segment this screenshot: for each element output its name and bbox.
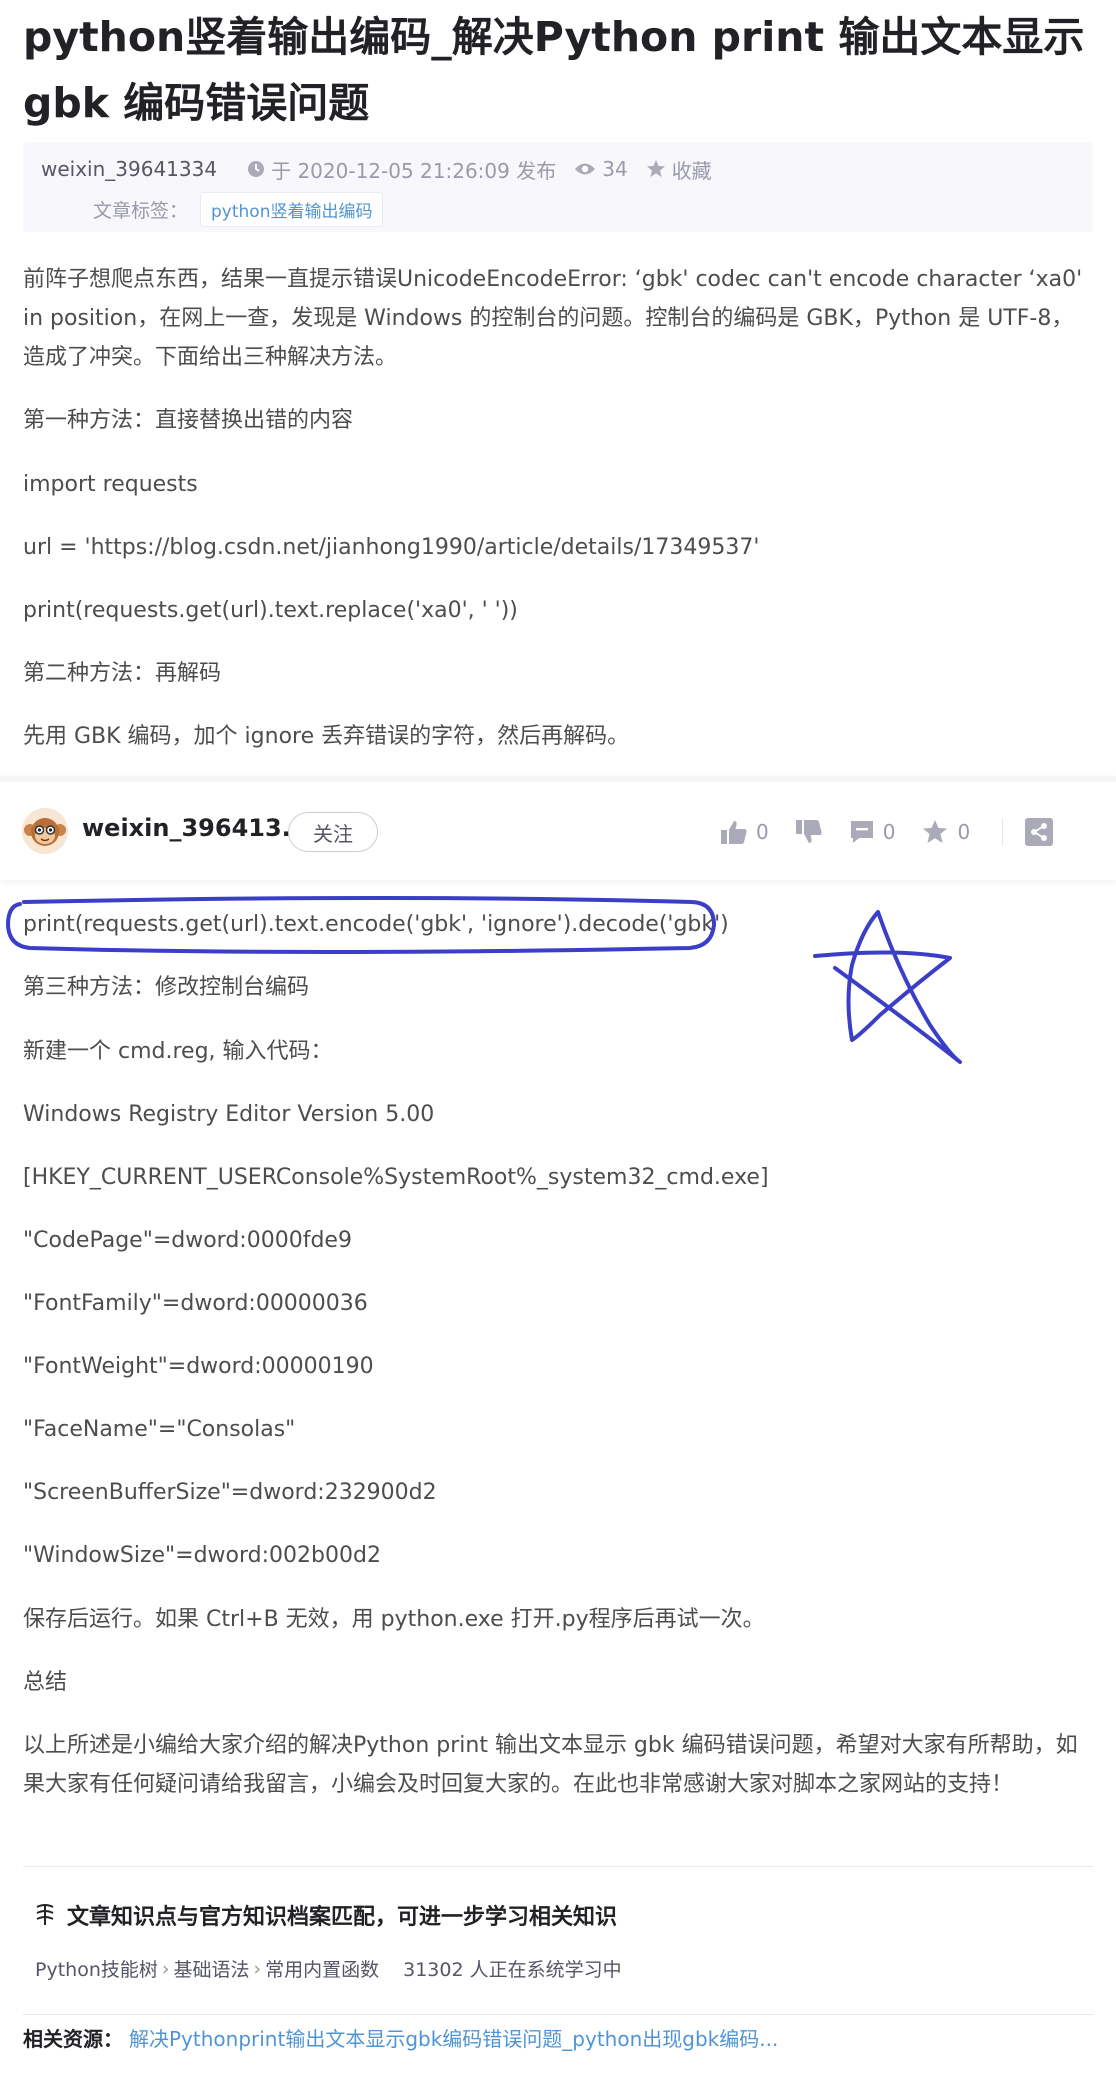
paragraph: url = 'https://blog.csdn.net/jianhong199… xyxy=(23,535,760,560)
knowledge-title-text: 文章知识点与官方知识档案匹配，可进一步学习相关知识 xyxy=(67,1905,618,1930)
paragraph: "ScreenBufferSize"=dword:232900d2 xyxy=(23,1480,437,1505)
author-toolbar: weixin_396413... 关注 0 0 0 xyxy=(0,776,1116,880)
avatar[interactable] xyxy=(22,808,68,854)
like-count: 0 xyxy=(756,820,769,844)
article-meta: weixin_39641334 于 2020-12-05 21:26:09 发布… xyxy=(23,142,1093,232)
paragraph: print(requests.get(url).text.replace('xa… xyxy=(23,598,518,623)
paragraph: "CodePage"=dword:0000fde9 xyxy=(23,1228,352,1253)
knowledge-title: 文章知识点与官方知识档案匹配，可进一步学习相关知识 xyxy=(33,1899,617,1931)
dislike-button[interactable] xyxy=(795,819,823,845)
chevron-right-icon: › xyxy=(161,1957,170,1980)
knowledge-path-item[interactable]: 基础语法 xyxy=(173,1955,249,1982)
toolbar-actions: 0 0 0 xyxy=(720,812,1079,852)
thumbs-up-icon xyxy=(721,821,747,844)
thumbs-down-icon xyxy=(795,820,822,843)
knowledge-icon xyxy=(36,1904,54,1925)
paragraph: 第二种方法：再解码 xyxy=(23,661,222,686)
paragraph: [HKEY_CURRENT_USERConsole%SystemRoot%_sy… xyxy=(23,1165,769,1190)
comment-count: 0 xyxy=(882,820,896,844)
tags-row: 文章标签： python竖着输出编码 xyxy=(93,191,384,227)
paragraph: 以上所述是小编给大家介绍的解决Python print 输出文本显示 gbk 编… xyxy=(23,1733,1078,1797)
meta-favorite-button[interactable]: 收藏 xyxy=(646,155,712,184)
toolbar-author-name[interactable]: weixin_396413... xyxy=(82,814,309,842)
like-button[interactable]: 0 xyxy=(720,819,769,845)
paragraph: 新建一个 cmd.reg, 输入代码： xyxy=(23,1039,333,1064)
comment-button[interactable]: 0 xyxy=(849,819,896,845)
paragraph: 第三种方法：修改控制台编码 xyxy=(23,975,310,1000)
chevron-right-icon: › xyxy=(253,1957,262,1980)
knowledge-path-item[interactable]: 常用内置函数 xyxy=(265,1955,379,1982)
paragraph: 保存后运行。如果 Ctrl+B 无效，用 python.exe 打开.py程序后… xyxy=(23,1607,765,1632)
star-icon xyxy=(923,820,948,843)
related-resources: 相关资源： 解决Pythonprint输出文本显示gbk编码错误问题_pytho… xyxy=(23,2014,1093,2054)
knowledge-path-item[interactable]: Python技能树 xyxy=(35,1955,158,1982)
related-label: 相关资源： xyxy=(23,2027,123,2051)
paragraph: 前阵子想爬点东西，结果一直提示错误UnicodeEncodeError: ‘gb… xyxy=(23,267,1083,370)
paragraph: Windows Registry Editor Version 5.00 xyxy=(23,1102,435,1127)
share-icon xyxy=(1025,818,1054,846)
eye-icon xyxy=(575,163,596,175)
knowledge-box: 文章知识点与官方知识档案匹配，可进一步学习相关知识 Python技能树 › 基础… xyxy=(23,1866,1093,1996)
paragraph: 第一种方法：直接替换出错的内容 xyxy=(23,408,354,433)
favorite-button[interactable]: 0 xyxy=(921,819,970,845)
star-icon xyxy=(646,160,665,177)
paragraph: 总结 xyxy=(23,1670,68,1695)
paragraph: "FontWeight"=dword:00000190 xyxy=(23,1354,374,1379)
meta-date-text: 于 2020-12-05 21:26:09 发布 xyxy=(271,158,557,183)
monkey-avatar-icon xyxy=(22,808,68,854)
comment-icon xyxy=(850,821,873,843)
toolbar-divider xyxy=(1002,818,1004,846)
paragraph: 先用 GBK 编码，加个 ignore 丢弃错误的字符，然后再解码。 xyxy=(23,724,630,749)
paragraph: print(requests.get(url).text.encode('gbk… xyxy=(23,912,729,937)
paragraph: "FaceName"="Consolas" xyxy=(23,1417,296,1442)
meta-views-count: 34 xyxy=(602,157,628,181)
meta-row: weixin_39641334 于 2020-12-05 21:26:09 发布… xyxy=(41,154,730,184)
meta-favorite-label: 收藏 xyxy=(671,158,712,183)
favorite-count: 0 xyxy=(957,820,971,844)
paragraph: "FontFamily"=dword:00000036 xyxy=(23,1291,368,1316)
related-link[interactable]: 解决Pythonprint输出文本显示gbk编码错误问题_python出现gbk… xyxy=(129,2023,778,2052)
meta-views: 34 xyxy=(574,157,628,181)
share-button[interactable] xyxy=(1025,818,1054,846)
paragraph: import requests xyxy=(23,472,198,497)
follow-button[interactable]: 关注 xyxy=(288,812,378,852)
meta-author-link[interactable]: weixin_39641334 xyxy=(41,157,217,181)
tag-link[interactable]: python竖着输出编码 xyxy=(200,191,384,227)
tags-label: 文章标签： xyxy=(93,199,189,222)
meta-date: 于 2020-12-05 21:26:09 发布 xyxy=(247,155,556,184)
clock-icon xyxy=(248,161,265,177)
article-title: python竖着输出编码_解决Python print 输出文本显示 gbk 编… xyxy=(23,13,1085,127)
knowledge-path: Python技能树 › 基础语法 › 常用内置函数 31302 人正在系统学习中 xyxy=(35,1955,622,1982)
paragraph: "WindowSize"=dword:002b00d2 xyxy=(23,1543,381,1568)
learners-count: 31302 人正在系统学习中 xyxy=(403,1959,622,1981)
